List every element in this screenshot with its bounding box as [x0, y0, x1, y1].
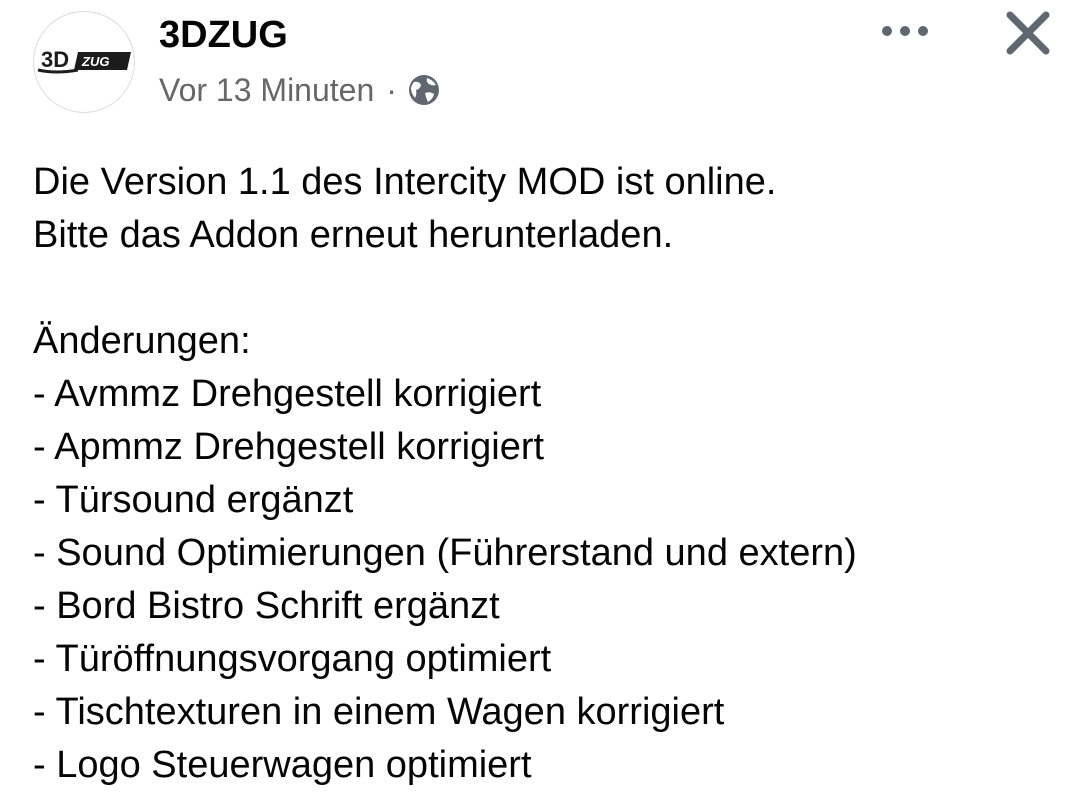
more-options-button[interactable]	[878, 10, 932, 50]
more-dots-icon	[882, 26, 928, 36]
globe-icon[interactable]	[407, 73, 441, 107]
post-text-line: Die Version 1.1 des Intercity MOD ist on…	[33, 161, 777, 203]
post-text: Die Version 1.1 des Intercity MOD ist on…	[33, 156, 1063, 792]
page-avatar[interactable]: 3D ZUG	[33, 11, 135, 113]
post-text-line: Bitte das Addon erneut herunterladen.	[33, 214, 674, 256]
post-timestamp[interactable]: Vor 13 Minuten	[159, 72, 374, 109]
post-text-line: - Tischtexturen in einem Wagen korrigier…	[33, 691, 725, 733]
post-text-blank-line	[33, 262, 1063, 315]
post-author-name[interactable]: 3DZUG	[159, 12, 288, 58]
logo-text-zug: ZUG	[81, 54, 109, 69]
meta-separator: ·	[386, 71, 397, 108]
3dzug-logo: 3D ZUG	[37, 47, 131, 74]
post-text-line: - Sound Optimierungen (Führerstand und e…	[33, 532, 857, 574]
logo-text-3d: 3D	[41, 47, 69, 72]
post-text-line: - Avmmz Drehgestell korrigiert	[33, 373, 542, 415]
post-text-line: - Türöffnungsvorgang optimiert	[33, 638, 552, 680]
post-text-line: - Türsound ergänzt	[33, 479, 354, 521]
post-text-line: Änderungen:	[33, 320, 251, 362]
close-button[interactable]	[1003, 8, 1053, 58]
post-text-line: - Apmmz Drehgestell korrigiert	[33, 426, 545, 468]
post-text-line: - Logo Steuerwagen optimiert	[33, 744, 532, 786]
post-text-line: - Bord Bistro Schrift ergänzt	[33, 585, 500, 627]
close-icon	[1006, 11, 1050, 55]
post-meta: Vor 13 Minuten ·	[159, 68, 441, 112]
